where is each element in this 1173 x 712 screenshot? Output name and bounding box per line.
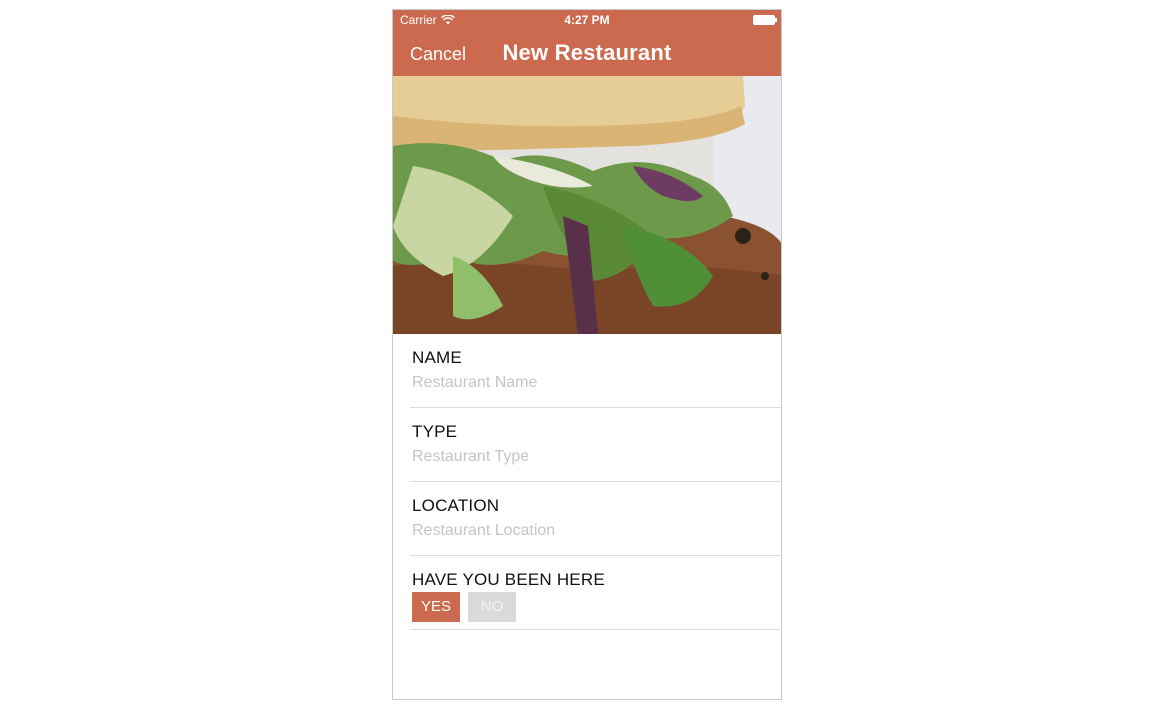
page-title: New Restaurant <box>502 40 672 65</box>
type-input[interactable] <box>412 448 752 466</box>
type-field: TYPE <box>410 408 781 482</box>
status-bar: Carrier 4:27 PM <box>393 10 781 32</box>
type-label: TYPE <box>412 422 458 441</box>
name-field: NAME <box>410 334 781 408</box>
location-input[interactable] <box>412 522 752 540</box>
yes-button[interactable]: YES <box>412 592 460 622</box>
status-time: 4:27 PM <box>564 13 610 27</box>
name-input[interactable] <box>412 374 752 392</box>
phone-screen: Carrier 4:27 PM Cancel New Restaurant NA… <box>392 9 782 700</box>
location-label: LOCATION <box>412 496 500 515</box>
navigation-bar: Cancel New Restaurant <box>393 32 781 76</box>
been-here-label: HAVE YOU BEEN HERE <box>412 570 605 589</box>
been-here-choices: YES NO <box>412 592 516 622</box>
been-here-field: HAVE YOU BEEN HERE YES NO <box>410 556 781 630</box>
restaurant-photo[interactable] <box>393 76 781 334</box>
restaurant-form: NAME TYPE LOCATION HAVE YOU BEEN HERE YE… <box>393 334 781 630</box>
no-button[interactable]: NO <box>468 592 516 622</box>
location-field: LOCATION <box>410 482 781 556</box>
battery-icon <box>753 15 777 25</box>
name-label: NAME <box>412 348 462 367</box>
